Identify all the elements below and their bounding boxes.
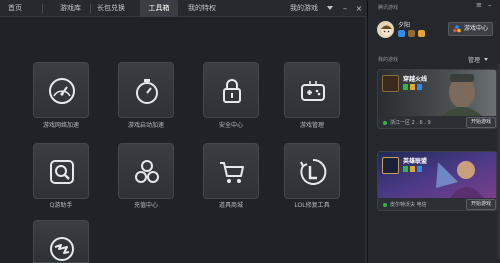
shopping-cart-icon — [220, 162, 244, 183]
tool-network-boost[interactable] — [33, 62, 89, 118]
menu-button[interactable]: ≡ — [476, 1, 482, 9]
game-center-label: 游戏中心 — [463, 25, 488, 32]
tab-home[interactable]: 首页 — [8, 0, 22, 17]
tool-security-center[interactable] — [203, 62, 259, 118]
panel-minimize-button[interactable]: – — [488, 1, 492, 9]
nav-divider — [42, 4, 43, 13]
top-navigation: 首页 游戏库 长包兑换 工具箱 我的特权 我的游戏 – × — [0, 0, 367, 17]
tool-label: 充值中心 — [133, 202, 158, 209]
online-status-icon — [383, 203, 387, 207]
tool-label: 游戏管理 — [299, 122, 324, 129]
server-name[interactable]: 皮尔特沃夫 电信 — [390, 201, 427, 208]
tab-exchange[interactable]: 长包兑换 — [97, 0, 125, 17]
gift-badge-icon — [410, 84, 415, 90]
panel-title: 腾讯游戏 — [378, 5, 399, 11]
tool-item-mall[interactable] — [203, 143, 259, 199]
tool-label: 游戏网络加速 — [42, 122, 79, 129]
avatar[interactable] — [377, 21, 394, 38]
tool-q-assistant[interactable] — [33, 143, 89, 199]
online-badge-icon — [403, 84, 408, 90]
magnifier-icon — [50, 160, 74, 184]
game-center-panel: 腾讯游戏 ≡ – 夕阳 游戏中心 我的游戏 管理 穿越火线 浙江一区 2 . 6… — [367, 0, 500, 263]
start-game-button[interactable]: 开始游戏 — [466, 117, 496, 128]
crossfire-icon — [50, 237, 74, 261]
online-badge-icon — [403, 166, 408, 172]
vip-badge-icon[interactable] — [398, 30, 405, 37]
online-status-icon — [383, 121, 387, 125]
coins-icon — [135, 160, 159, 183]
manage-button[interactable]: 管理 — [468, 55, 480, 64]
lol-repair-icon — [300, 158, 327, 185]
tool-lol-repair[interactable] — [284, 143, 340, 199]
level-badge-icon[interactable] — [408, 30, 415, 37]
tool-label: 安全中心 — [218, 122, 243, 129]
game-center-button[interactable]: 游戏中心 — [448, 22, 493, 36]
tool-label: LOL修复工具 — [294, 202, 330, 209]
tool-launch-boost[interactable] — [118, 62, 174, 118]
lol-logo-icon — [382, 157, 399, 174]
card-footer: 皮尔特沃夫 电信 开始游戏 — [378, 198, 496, 210]
gift-badge-icon — [410, 166, 415, 172]
tool-crossfire[interactable] — [33, 220, 89, 263]
username: 夕阳 — [398, 22, 411, 29]
start-game-button[interactable]: 开始游戏 — [466, 199, 496, 210]
lock-icon — [223, 79, 241, 103]
app-window: 首页 游戏库 长包兑换 工具箱 我的特权 我的游戏 – × 游戏网络加速 游戏启… — [0, 0, 500, 263]
stopwatch-icon — [136, 79, 158, 104]
gold-badge-icon[interactable] — [418, 30, 425, 37]
tool-recharge-center[interactable] — [118, 143, 174, 199]
speedometer-icon — [49, 78, 75, 104]
cartoon-avatar-icon — [378, 22, 393, 37]
nav-divider — [90, 4, 91, 13]
tool-label: Q游助手 — [49, 202, 73, 209]
game-name: 穿越火线 — [403, 76, 428, 83]
game-name: 英雄联盟 — [403, 158, 428, 165]
close-button[interactable]: × — [354, 0, 364, 17]
tab-my-games[interactable]: 我的游戏 — [290, 0, 318, 17]
tab-toolbox[interactable]: 工具箱 — [140, 0, 178, 17]
tool-label: 道具商城 — [218, 202, 243, 209]
chevron-down-icon[interactable] — [327, 6, 333, 10]
info-badge-icon — [417, 84, 422, 90]
main-area: 首页 游戏库 长包兑换 工具箱 我的特权 我的游戏 – × 游戏网络加速 游戏启… — [0, 0, 367, 263]
info-badge-icon — [417, 166, 422, 172]
crossfire-logo-icon — [382, 75, 399, 92]
tool-label: 游戏启动加速 — [127, 122, 164, 129]
card-footer: 浙江一区 2 . 6 . 9 开始游戏 — [378, 116, 496, 128]
game-card-crossfire[interactable]: 穿越火线 浙江一区 2 . 6 . 9 开始游戏 — [377, 69, 497, 129]
minimize-button[interactable]: – — [340, 0, 350, 17]
tool-game-management[interactable] — [284, 62, 340, 118]
my-games-label: 我的游戏 — [378, 57, 399, 63]
tab-game-library[interactable]: 游戏库 — [60, 0, 81, 17]
colorful-logo-icon — [453, 25, 461, 33]
chevron-down-icon[interactable] — [484, 58, 488, 61]
tab-privileges[interactable]: 我的特权 — [188, 0, 216, 17]
server-name[interactable]: 浙江一区 2 . 6 . 9 — [390, 119, 431, 126]
game-card-lol[interactable]: 英雄联盟 皮尔特沃夫 电信 开始游戏 — [377, 151, 497, 211]
gamepad-icon — [301, 81, 325, 101]
